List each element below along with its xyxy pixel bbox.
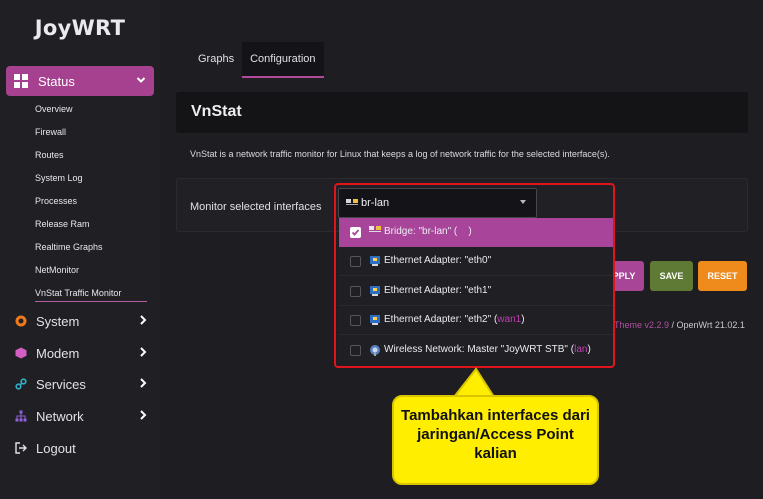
sidebar-item-network[interactable]: Network bbox=[15, 406, 155, 426]
submenu-realtime-graphs[interactable]: Realtime Graphs bbox=[35, 238, 147, 261]
chevron-down-icon bbox=[136, 77, 146, 83]
sidebar-item-label: Modem bbox=[36, 345, 80, 361]
chevron-right-icon bbox=[140, 347, 147, 357]
logout-icon bbox=[15, 442, 27, 454]
theme-version-link[interactable]: Theme v2.2.9 bbox=[614, 320, 669, 330]
callout-text: Tambahkan interfaces dari jaringan/Acces… bbox=[401, 407, 590, 462]
save-button[interactable]: SAVE bbox=[650, 261, 693, 291]
tab-configuration[interactable]: Configuration bbox=[242, 42, 324, 78]
submenu-vnstat[interactable]: VnStat Traffic Monitor bbox=[35, 284, 147, 302]
brand-logo: JoyWRT bbox=[34, 16, 126, 40]
submenu-system-log[interactable]: System Log bbox=[35, 169, 147, 192]
sidebar-item-label: System bbox=[36, 313, 80, 329]
openwrt-version: / OpenWrt 21.02.1 bbox=[669, 320, 745, 330]
footer-version: Theme v2.2.9 / OpenWrt 21.02.1 bbox=[614, 320, 745, 330]
sidebar: JoyWRT Status Overview Firewall Routes S… bbox=[0, 0, 160, 499]
page-description: VnStat is a network traffic monitor for … bbox=[190, 149, 610, 159]
gear-icon bbox=[15, 315, 27, 327]
sidebar-item-services[interactable]: Services bbox=[15, 374, 155, 394]
reset-button[interactable]: RESET bbox=[698, 261, 747, 291]
sidebar-item-modem[interactable]: Modem bbox=[15, 343, 155, 363]
page-title-bar: VnStat bbox=[176, 92, 748, 133]
network-icon bbox=[15, 410, 27, 422]
sidebar-item-system[interactable]: System bbox=[15, 311, 155, 331]
sidebar-item-logout[interactable]: Logout bbox=[15, 438, 155, 458]
page-title: VnStat bbox=[191, 103, 242, 120]
callout-box: Tambahkan interfaces dari jaringan/Acces… bbox=[392, 395, 599, 485]
sidebar-item-status[interactable]: Status bbox=[6, 66, 154, 96]
chevron-right-icon bbox=[140, 410, 147, 420]
status-submenu: Overview Firewall Routes System Log Proc… bbox=[35, 100, 147, 302]
submenu-release-ram[interactable]: Release Ram bbox=[35, 215, 147, 238]
tab-graphs[interactable]: Graphs bbox=[190, 42, 242, 78]
dashboard-icon bbox=[14, 74, 28, 88]
submenu-processes[interactable]: Processes bbox=[35, 192, 147, 215]
tab-bar: Graphs Configuration bbox=[190, 42, 324, 78]
submenu-overview[interactable]: Overview bbox=[35, 100, 147, 123]
submenu-routes[interactable]: Routes bbox=[35, 146, 147, 169]
submenu-netmonitor[interactable]: NetMonitor bbox=[35, 261, 147, 284]
submenu-firewall[interactable]: Firewall bbox=[35, 123, 147, 146]
sidebar-item-label: Logout bbox=[36, 440, 76, 456]
cube-icon bbox=[15, 347, 27, 359]
chevron-right-icon bbox=[140, 378, 147, 388]
monitor-interfaces-label: Monitor selected interfaces bbox=[190, 201, 322, 213]
sidebar-item-label: Services bbox=[36, 376, 86, 392]
sidebar-item-label: Status bbox=[38, 73, 75, 89]
highlight-box bbox=[334, 183, 615, 368]
sidebar-item-label: Network bbox=[36, 408, 84, 424]
chevron-right-icon bbox=[140, 315, 147, 325]
link-icon bbox=[15, 378, 27, 390]
